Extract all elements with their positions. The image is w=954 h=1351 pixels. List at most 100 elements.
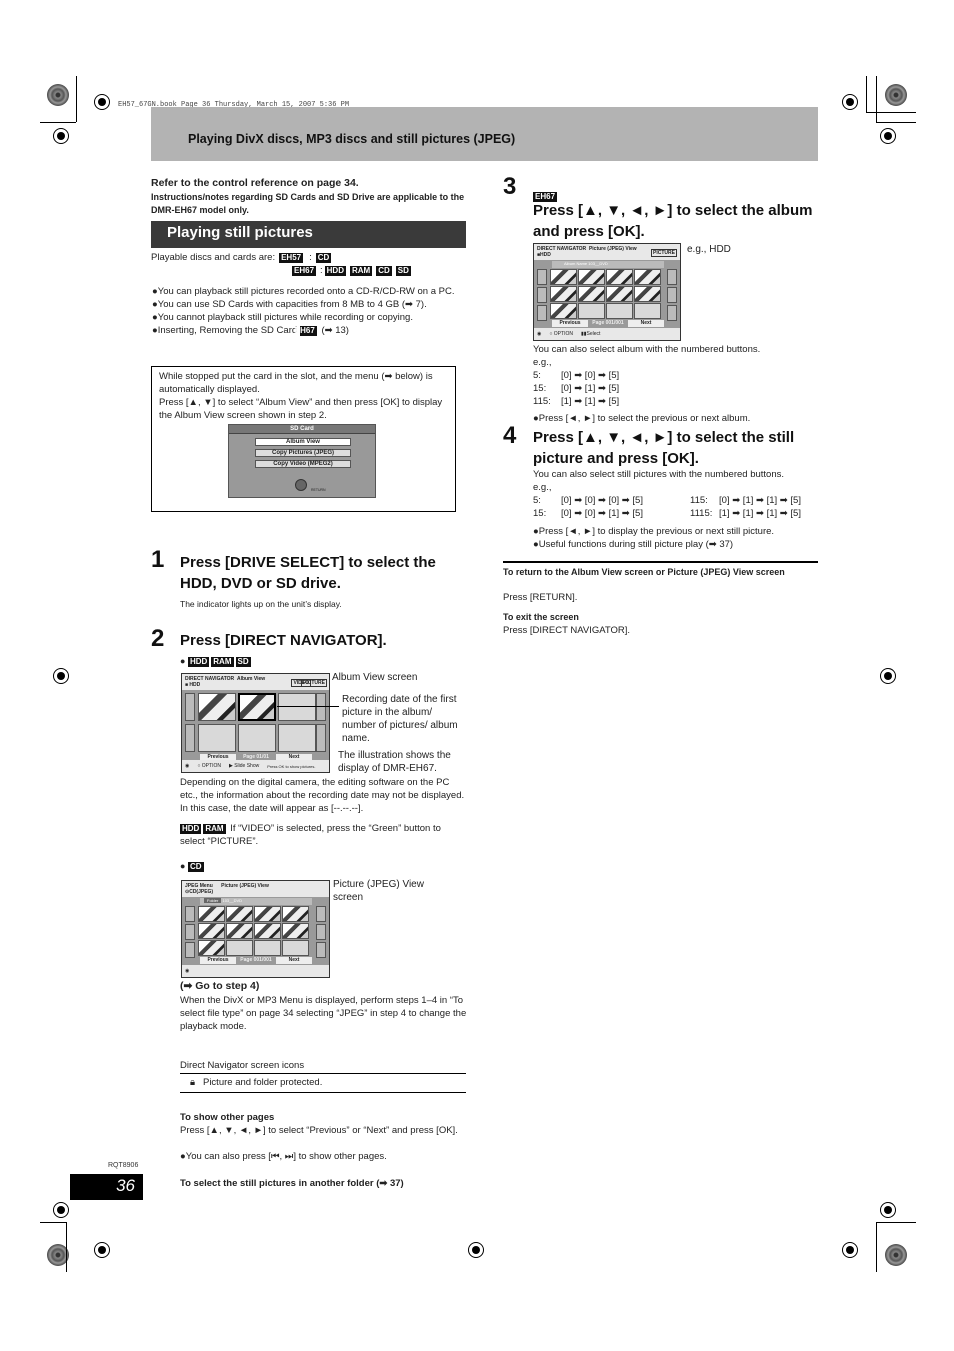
album-thumbnail[interactable]: [198, 724, 236, 752]
side-panel: [667, 305, 677, 321]
crosshair-icon: [880, 1202, 896, 1218]
album-thumbnail[interactable]: [278, 724, 316, 752]
picture-thumbnail[interactable]: [550, 286, 577, 302]
step-number: 1: [151, 546, 165, 573]
sd-menu-title: SD Card: [229, 425, 375, 434]
picture-thumbnail[interactable]: [550, 269, 577, 285]
dpad-icon: ◉: [185, 763, 190, 769]
media-tags: ● HDD RAM SD: [180, 656, 251, 667]
side-panel: [185, 724, 195, 752]
picture-toggle[interactable]: PICTURE: [301, 679, 327, 687]
next-button[interactable]: Next: [628, 320, 664, 327]
picture-thumbnail[interactable]: [226, 923, 253, 939]
picture-thumbnail[interactable]: [282, 940, 309, 956]
next-button[interactable]: Next: [276, 957, 312, 964]
side-panel: [667, 269, 677, 285]
option-button[interactable]: ○ OPTION: [197, 763, 221, 769]
media-tag: RAM: [211, 657, 234, 667]
picture-thumbnail[interactable]: [226, 940, 253, 956]
album-bar: Album Name 103__DVD: [552, 261, 664, 268]
crop-mark: [66, 1222, 67, 1272]
icons-table-heading: Direct Navigator screen icons: [180, 1060, 305, 1071]
picture-thumbnail[interactable]: [254, 923, 281, 939]
crop-mark: [876, 122, 916, 123]
picture-thumbnail[interactable]: [578, 303, 605, 319]
picture-thumbnail[interactable]: [606, 269, 633, 285]
crop-mark: [866, 112, 916, 113]
media-tag: HDD: [187, 657, 210, 667]
picture-thumbnail[interactable]: [254, 906, 281, 922]
step-title: Press [▲, ▼, ◄, ►] to select the album a…: [533, 202, 813, 240]
picture-view-screen: DIRECT NAVIGATOR Picture (JPEG) View ■HD…: [533, 243, 681, 341]
return-heading: To return to the Album View screen or Pi…: [503, 567, 785, 577]
bullet-item: ●You can use SD Cards with capacities fr…: [152, 299, 427, 310]
picture-thumbnail[interactable]: [578, 286, 605, 302]
page-indicator: Page 001/001: [592, 320, 624, 326]
previous-button[interactable]: Previous: [200, 957, 236, 964]
picture-thumbnail[interactable]: [198, 906, 225, 922]
picture-thumbnail[interactable]: [226, 906, 253, 922]
previous-button[interactable]: Previous: [552, 320, 588, 327]
slide-show-button[interactable]: ▶ Slide Show: [229, 763, 259, 769]
date-note: Depending on the digital camera, the edi…: [180, 777, 465, 814]
album-thumbnail[interactable]: [278, 693, 316, 721]
side-panel: [667, 287, 677, 303]
picture-thumbnail[interactable]: [634, 286, 661, 302]
crop-mark: [866, 76, 867, 112]
crosshair-icon: [842, 94, 858, 110]
registration-disc-icon: [47, 84, 69, 106]
picture-thumbnail[interactable]: [578, 269, 605, 285]
media-tag: RAM: [203, 824, 226, 834]
screen-subtitle: Picture (JPEG) View: [221, 883, 269, 889]
registration-disc-icon: [885, 1244, 907, 1266]
album-thumbnail-selected[interactable]: [238, 693, 276, 721]
step-number: 2: [151, 625, 165, 652]
crosshair-icon: [53, 1202, 69, 1218]
folder-bar: Folder 103__DVD: [200, 898, 312, 905]
screen-caption: e.g., HDD: [687, 244, 731, 255]
menu-item-album-view[interactable]: Album View: [255, 438, 351, 446]
divx-note: When the DivX or MP3 Menu is displayed, …: [180, 995, 467, 1032]
crop-mark: [76, 76, 77, 122]
picture-thumbnail[interactable]: [606, 303, 633, 319]
media-tag: CD: [187, 862, 204, 872]
picture-thumbnail[interactable]: [634, 269, 661, 285]
picture-thumbnail[interactable]: [254, 940, 281, 956]
icons-table-row: 🔒︎ Picture and folder protected.: [190, 1077, 323, 1088]
step-number: 3: [503, 173, 517, 200]
bullet-item: ●You can playback still pictures recorde…: [152, 286, 455, 297]
return-label: RETURN: [311, 488, 326, 492]
picture-thumbnail[interactable]: [634, 303, 661, 319]
picture-thumbnail[interactable]: [550, 303, 577, 319]
album-view-caption: Album View screen: [332, 672, 418, 683]
bullet-item: ●You cannot playback still pictures whil…: [152, 312, 413, 323]
side-panel: [537, 269, 547, 285]
video-note: HDD RAM If “VIDEO” is selected, press the…: [180, 823, 441, 847]
step-title: Press [DIRECT NAVIGATOR].: [180, 632, 387, 649]
picture-thumbnail[interactable]: [606, 286, 633, 302]
dpad-icon: ◉: [537, 331, 542, 337]
menu-item-copy-video[interactable]: Copy Video (MPEG2): [255, 460, 351, 468]
picture-thumbnail[interactable]: [198, 940, 225, 956]
crosshair-icon: [94, 94, 110, 110]
picture-thumbnail[interactable]: [282, 906, 309, 922]
hdd-icon: ■: [185, 682, 189, 688]
playable-media: Playable discs and cards are: EH57: CD E…: [151, 252, 411, 276]
picture-thumbnail[interactable]: [198, 923, 225, 939]
picture-thumbnail[interactable]: [282, 923, 309, 939]
goto-step4: (➡ Go to step 4): [180, 980, 260, 992]
step-title: Press [▲, ▼, ◄, ►] to select the still p…: [533, 429, 795, 467]
album-thumbnail[interactable]: [198, 693, 236, 721]
model-code: RQT8906: [108, 1162, 139, 1169]
option-button[interactable]: ○ OPTION: [549, 331, 573, 337]
album-thumbnail[interactable]: [238, 724, 276, 752]
select-button[interactable]: ▮▮Select: [581, 331, 600, 337]
media-tag: SD: [395, 265, 411, 276]
menu-item-copy-pictures[interactable]: Copy Pictures (JPEG): [255, 449, 351, 457]
media-tag: CD: [315, 252, 332, 263]
picture-toggle[interactable]: PICTURE: [651, 249, 677, 257]
crop-mark: [876, 1222, 877, 1272]
section-title: Playing still pictures: [151, 221, 466, 248]
crop-mark: [40, 1222, 66, 1223]
section-bullets: ●You can playback still pictures recorde…: [151, 285, 466, 337]
